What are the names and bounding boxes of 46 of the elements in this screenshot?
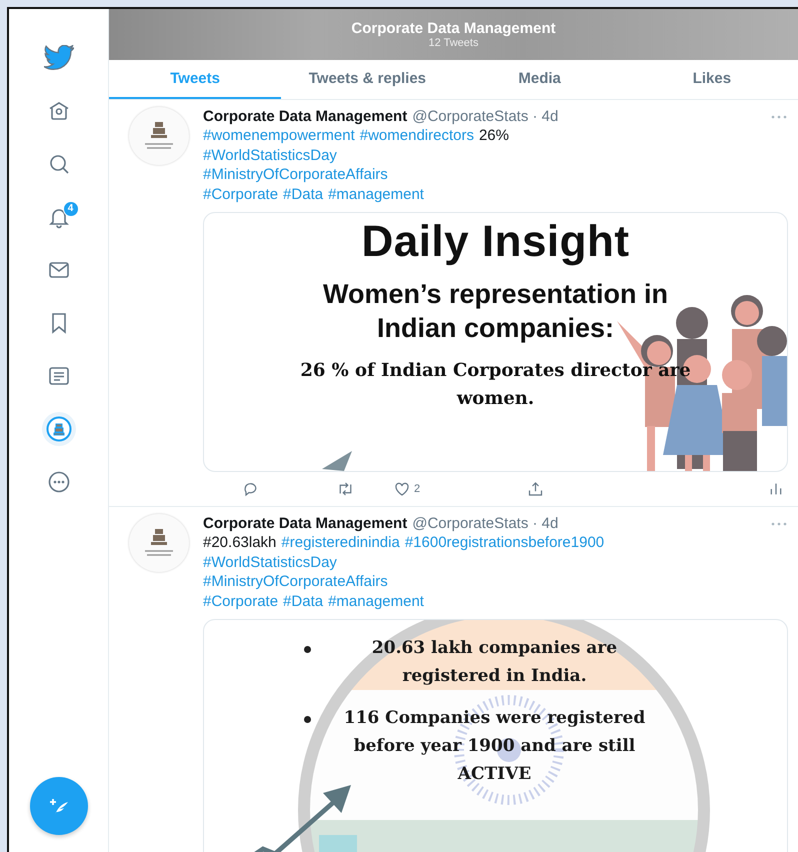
handle-and-time: @CorporateStats · 4d [412, 108, 558, 125]
hashtag-link[interactable]: #womenempowerment [203, 126, 355, 146]
author-name[interactable]: Corporate Data Management [203, 108, 408, 125]
paper-plane-icon [322, 451, 352, 471]
infographic-title: Daily Insight [360, 217, 631, 267]
more-icon [46, 470, 70, 494]
header-title: Corporate Data Management [351, 20, 556, 37]
emblem-avatar[interactable] [129, 514, 189, 572]
hashtag-link[interactable]: #MinistryOfCorporateAffairs [203, 572, 388, 592]
profile-nav-item[interactable] [42, 412, 76, 446]
hashtag-link[interactable]: #MinistryOfCorporateAffairs [203, 165, 388, 184]
bird-logo-icon [44, 45, 74, 70]
hashtag-link[interactable]: #womendirectors [360, 126, 474, 146]
hashtag-link[interactable]: #management [328, 184, 424, 204]
bullet-icon [304, 646, 311, 653]
like-count: 2 [414, 483, 420, 495]
infographic-point: 116 Companies were registered before year 1900 and are still ACTIVE [342, 707, 646, 786]
profile-tab[interactable]: Tweets & replies [281, 60, 454, 99]
compose-tweet-button[interactable] [30, 777, 88, 835]
emblem-avatar-icon [46, 416, 72, 442]
tweet-text: 26% [478, 126, 509, 146]
hashtag-link[interactable]: #Data [283, 184, 324, 204]
profile-tab[interactable]: Tweets [109, 60, 282, 99]
handle-and-time: @CorporateStats · 4d [412, 515, 558, 532]
profile-tab[interactable]: Media [454, 60, 626, 99]
hashtag-link[interactable]: #management [328, 592, 424, 611]
profile-tab[interactable]: Likes [626, 60, 798, 99]
tweet-count: 12 Tweets [428, 37, 478, 49]
like-button[interactable]: 2 [393, 480, 488, 498]
hashtag-link[interactable]: #Data [283, 592, 324, 611]
infographic-card[interactable]: 20.63 lakh companies are registered in India. 116 Companies were registered before year 1900 and are still ACTIVE [203, 619, 788, 852]
hashtag-link[interactable]: #WorldStatisticsDay [203, 552, 337, 572]
tweet-text: #20.63lakh [203, 533, 276, 552]
infographic-point: 20.63 lakh companies are registered in India. [370, 637, 618, 688]
hashtag-link[interactable]: #1600registrationsbefore1900 [404, 533, 604, 552]
bullet-icon [304, 716, 311, 723]
emblem-avatar[interactable] [129, 107, 189, 165]
heart-icon [393, 480, 411, 498]
hashtag-link[interactable]: #WorldStatisticsDay [203, 146, 337, 165]
analytics-icon[interactable] [768, 481, 784, 497]
infographic-subtitle: Women’s representation in Indian companies: [322, 278, 670, 345]
notification-count-badge: 4 [62, 200, 78, 216]
hashtag-link[interactable]: #Corporate [203, 184, 278, 204]
hashtag-link[interactable]: #registeredinindia [281, 533, 400, 552]
hashtag-link[interactable]: #Corporate [203, 592, 278, 611]
author-name[interactable]: Corporate Data Management [203, 515, 408, 532]
